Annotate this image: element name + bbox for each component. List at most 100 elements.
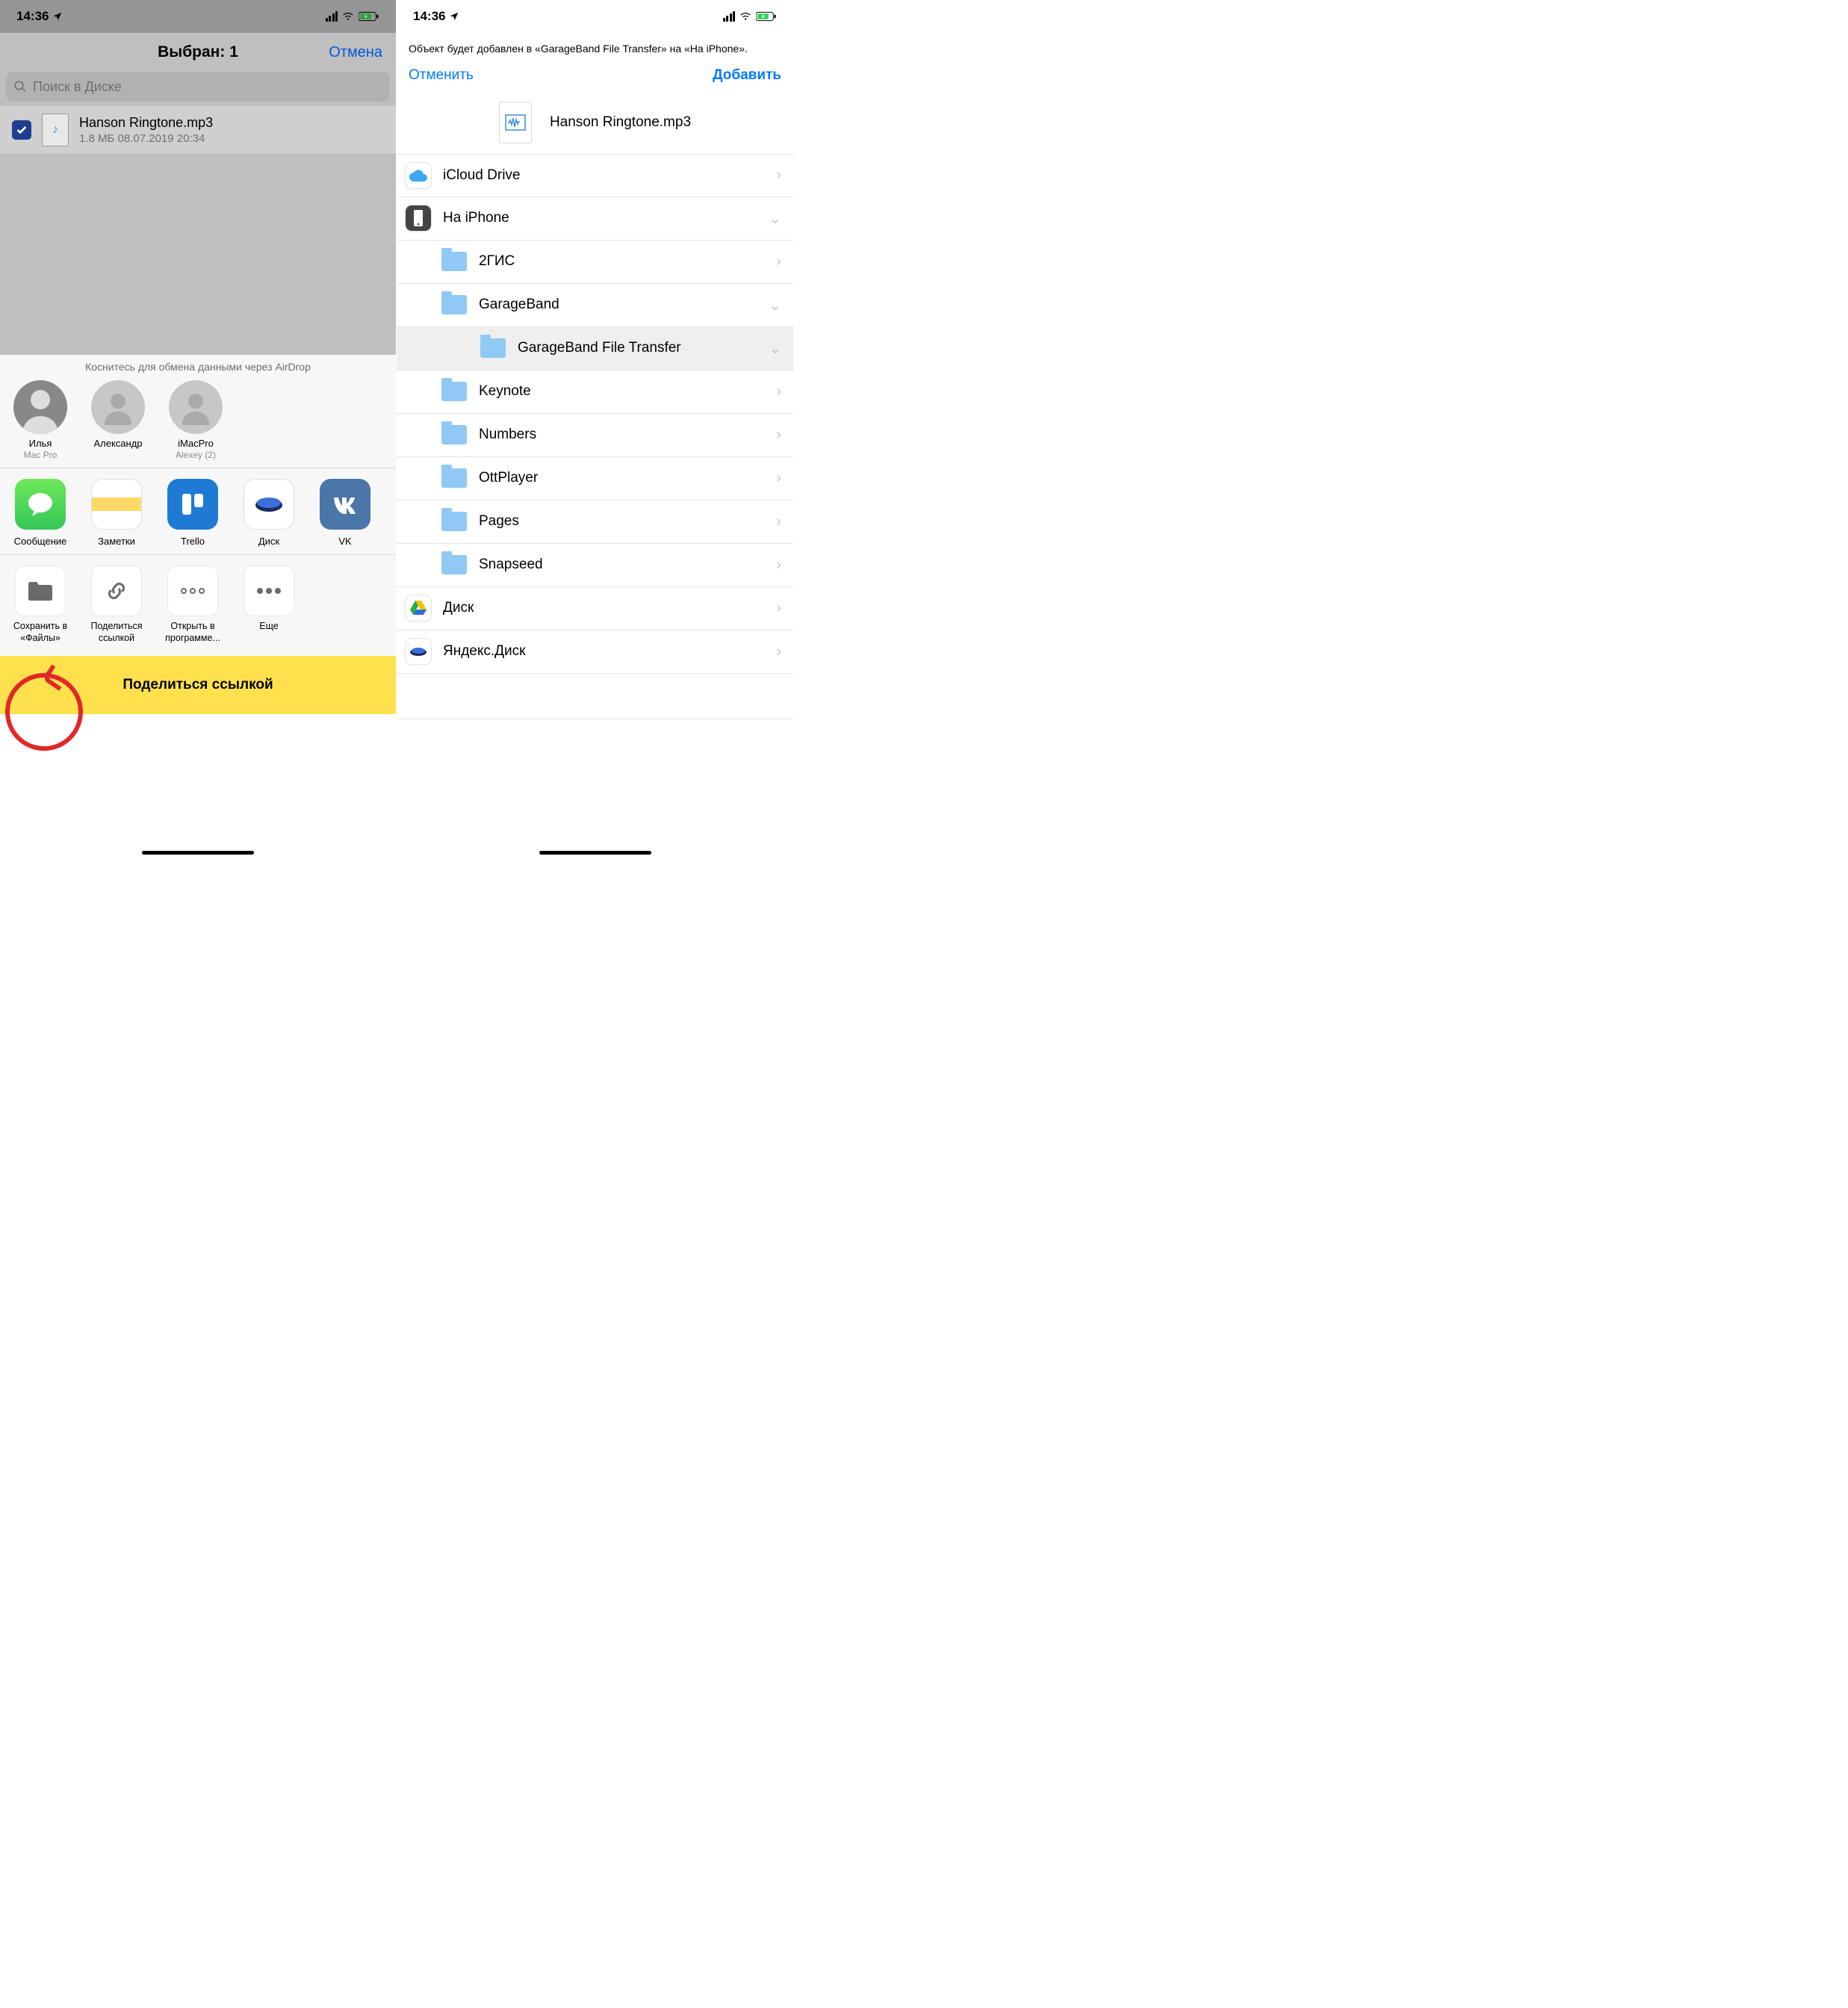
chevron-right-icon: ›	[776, 513, 781, 530]
destination-notice: Объект будет добавлен в «GarageBand File…	[397, 33, 793, 63]
airdrop-contact[interactable]: Александр	[87, 380, 149, 460]
action-label: Открыть в программе...	[161, 621, 224, 644]
checkbox-checked-icon[interactable]	[12, 120, 31, 140]
share-link-button[interactable]: Поделиться ссылкой	[0, 656, 396, 714]
location-label: Диск	[443, 600, 776, 616]
folder-row[interactable]: Numbers ›	[397, 414, 793, 457]
add-button[interactable]: Добавить	[713, 67, 781, 84]
chevron-right-icon: ›	[776, 383, 781, 400]
folder-row[interactable]: OttPlayer ›	[397, 457, 793, 501]
folder-row[interactable]: Keynote ›	[397, 371, 793, 414]
app-label: Сообщение	[9, 536, 72, 547]
app-label: VK	[314, 536, 376, 547]
share-link-label: Поделиться ссылкой	[123, 677, 273, 693]
home-indicator[interactable]	[539, 851, 651, 855]
chevron-right-icon: ›	[776, 427, 781, 444]
search-input[interactable]: Поиск в Диске	[6, 72, 390, 102]
phone-icon	[406, 205, 431, 231]
cancel-button[interactable]: Отмена	[329, 44, 382, 61]
folder-icon	[441, 422, 467, 447]
share-app-trello[interactable]: Trello	[161, 479, 224, 547]
folder-row[interactable]: Pages ›	[397, 501, 793, 544]
folder-label: Keynote	[479, 383, 776, 400]
file-row[interactable]: ♪ Hanson Ringtone.mp3 1.8 МБ 08.07.2019 …	[0, 106, 396, 155]
contact-name: iMacPro	[164, 438, 227, 450]
folder-label: Numbers	[479, 427, 776, 443]
location-label: iCloud Drive	[443, 167, 776, 184]
action-share-link[interactable]: Поделиться ссылкой	[85, 565, 148, 644]
status-time: 14:36	[413, 9, 445, 24]
action-label: Поделиться ссылкой	[85, 621, 148, 644]
search-icon	[13, 80, 27, 93]
avatar-placeholder-icon	[169, 380, 223, 434]
folder-row[interactable]: GarageBand ⌄	[397, 284, 793, 327]
nav-title: Выбран: 1	[158, 43, 238, 61]
location-gdrive[interactable]: Диск ›	[397, 587, 793, 630]
share-app-messages[interactable]: Сообщение	[9, 479, 72, 547]
more-outline-icon	[167, 565, 218, 616]
contact-name: Илья	[9, 438, 72, 450]
airdrop-contact[interactable]: iMacPro Alexey (2)	[164, 380, 227, 460]
contact-sub: Alexey (2)	[164, 450, 227, 460]
chevron-down-icon: ⌄	[769, 296, 781, 314]
folder-icon	[441, 249, 467, 274]
folder-icon	[441, 379, 467, 404]
location-icon	[52, 11, 63, 22]
link-icon	[91, 565, 142, 616]
audio-file-icon	[499, 102, 532, 143]
chevron-right-icon: ›	[776, 167, 781, 184]
file-meta: 1.8 МБ 08.07.2019 20:34	[79, 132, 213, 145]
airdrop-contact[interactable]: Илья Mac Pro	[9, 380, 72, 460]
share-app-vk[interactable]: VK	[314, 479, 376, 547]
location-icloud[interactable]: iCloud Drive ›	[397, 154, 793, 197]
location-on-iphone[interactable]: На iPhone ⌄	[397, 197, 793, 241]
chevron-down-icon: ⌄	[769, 209, 781, 228]
signal-icon	[723, 11, 736, 22]
folder-row[interactable]: 2ГИС ›	[397, 241, 793, 284]
action-open-in[interactable]: Открыть в программе...	[161, 565, 224, 644]
icloud-icon	[406, 163, 431, 188]
gdrive-icon	[406, 595, 431, 621]
folder-row[interactable]: Snapseed ›	[397, 544, 793, 587]
vk-icon	[320, 479, 370, 530]
share-sheet: Коснитесь для обмена данными через AirDr…	[0, 355, 396, 714]
nav-bar: Выбран: 1 Отмена	[0, 33, 396, 72]
audio-file-icon: ♪	[42, 114, 69, 146]
location-yadisk[interactable]: Яндекс.Диск ›	[397, 630, 793, 674]
folder-label: OttPlayer	[479, 470, 776, 486]
folder-label: GarageBand	[479, 297, 769, 313]
file-preview: Hanson Ringtone.mp3	[397, 97, 793, 154]
folder-label: GarageBand File Transfer	[518, 340, 769, 356]
folder-icon	[441, 509, 467, 534]
yadisk-icon	[244, 479, 294, 530]
yadisk-icon	[406, 639, 431, 664]
file-name: Hanson Ringtone.mp3	[550, 114, 691, 131]
chevron-right-icon: ›	[776, 253, 781, 270]
folder-icon	[441, 465, 467, 491]
wifi-icon	[739, 11, 752, 22]
folder-icon	[441, 552, 467, 577]
app-label: Trello	[161, 536, 224, 547]
trello-icon	[167, 479, 218, 530]
location-label: На iPhone	[443, 210, 769, 226]
share-app-notes[interactable]: Заметки	[85, 479, 148, 547]
signal-icon	[326, 11, 338, 22]
more-icon	[244, 565, 294, 616]
chevron-right-icon: ›	[776, 643, 781, 660]
cancel-button[interactable]: Отменить	[409, 67, 474, 84]
chevron-right-icon: ›	[776, 557, 781, 574]
action-save-to-files[interactable]: Сохранить в «Файлы»	[9, 565, 72, 644]
home-indicator[interactable]	[142, 851, 254, 855]
folder-row-selected[interactable]: GarageBand File Transfer ⌄	[397, 327, 793, 371]
action-more[interactable]: Еще	[238, 565, 300, 644]
app-label: Заметки	[85, 536, 148, 547]
status-time: 14:36	[16, 9, 49, 24]
search-placeholder: Поиск в Диске	[33, 79, 122, 95]
chevron-down-icon: ⌄	[769, 339, 781, 358]
app-label: Диск	[238, 536, 300, 547]
folder-label: 2ГИС	[479, 253, 776, 270]
share-app-yadisk[interactable]: Диск	[238, 479, 300, 547]
messages-icon	[15, 479, 66, 530]
location-label: Яндекс.Диск	[443, 643, 776, 660]
contact-sub: Mac Pro	[9, 450, 72, 460]
